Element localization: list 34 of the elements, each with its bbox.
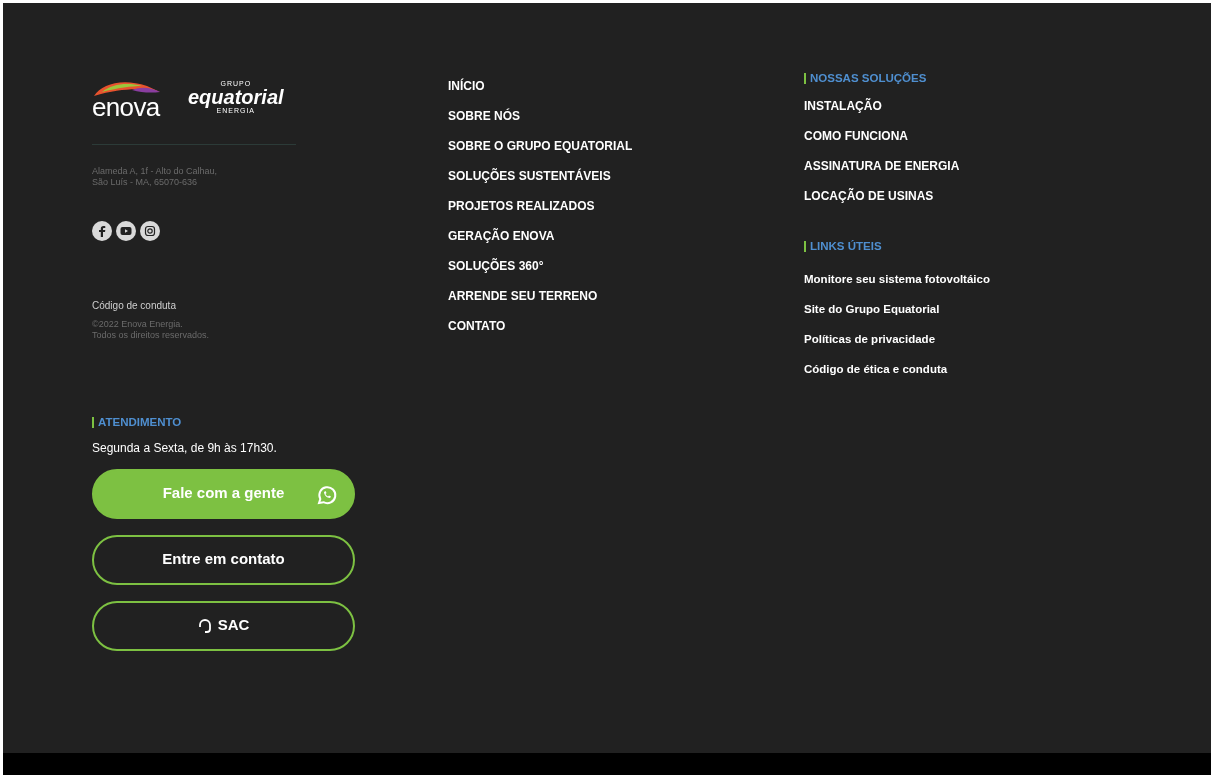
hours-text: Segunda a Sexta, de 9h às 17h30. bbox=[92, 439, 278, 457]
instagram-icon[interactable] bbox=[140, 221, 160, 241]
nav-link[interactable]: SOBRE NÓS bbox=[448, 109, 520, 124]
copyright-line: ©2022 Enova Energia. bbox=[92, 319, 184, 330]
equatorial-logo-text: equatorial bbox=[188, 87, 284, 107]
solution-link[interactable]: LOCAÇÃO DE USINAS bbox=[804, 188, 934, 204]
solution-link[interactable]: COMO FUNCIONA bbox=[804, 128, 908, 144]
sac-button[interactable]: SAC bbox=[92, 600, 355, 651]
facebook-icon[interactable] bbox=[92, 221, 112, 241]
solution-link[interactable]: INSTALAÇÃO bbox=[804, 98, 882, 114]
solution-link[interactable]: ASSINATURA DE ENERGIA bbox=[804, 158, 960, 174]
nav-link[interactable]: PROJETOS REALIZADOS bbox=[448, 199, 595, 214]
section-heading: ATENDIMENTO bbox=[98, 417, 182, 429]
copyright-line: Todos os direitos reservados. bbox=[92, 330, 211, 341]
nav-link[interactable]: INÍCIO bbox=[448, 79, 485, 94]
section-heading: NOSSAS SOLUÇÕES bbox=[810, 73, 927, 85]
useful-link[interactable]: Políticas de privacidade bbox=[804, 332, 936, 347]
nav-link[interactable]: ARRENDE SEU TERRENO bbox=[448, 289, 598, 304]
nav-link[interactable]: SOLUÇÕES SUSTENTÁVEIS bbox=[448, 169, 611, 184]
nav-link[interactable]: SOLUÇÕES 360° bbox=[448, 259, 544, 274]
nav-link[interactable]: CONTATO bbox=[448, 319, 506, 334]
useful-link[interactable]: Monitore seu sistema fotovoltáico bbox=[804, 272, 990, 287]
conduct-link[interactable]: Código de conduta bbox=[92, 298, 176, 313]
nav-link[interactable]: GERAÇÃO ENOVA bbox=[448, 229, 555, 244]
useful-link[interactable]: Código de ética e conduta bbox=[804, 362, 948, 377]
enova-logo-icon bbox=[92, 80, 162, 98]
nav-link[interactable]: SOBRE O GRUPO EQUATORIAL bbox=[448, 139, 633, 154]
youtube-icon[interactable] bbox=[116, 221, 136, 241]
useful-link[interactable]: Site do Grupo Equatorial bbox=[804, 302, 940, 317]
section-heading: LINKS ÚTEIS bbox=[810, 240, 882, 252]
headset-icon bbox=[197, 618, 212, 633]
address-line: São Luís - MA, 65070-636 bbox=[92, 177, 199, 188]
enova-logo-text: enova bbox=[92, 94, 160, 120]
contact-button[interactable]: Entre em contato bbox=[92, 534, 355, 585]
